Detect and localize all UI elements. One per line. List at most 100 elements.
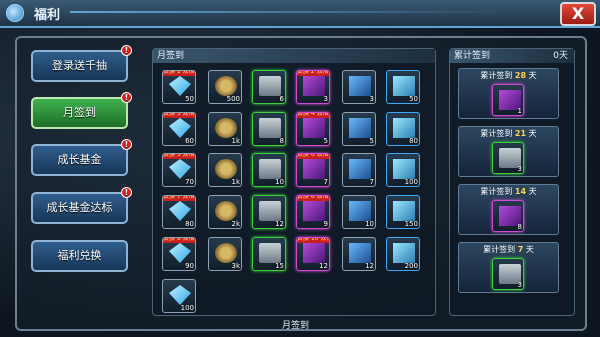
- coin-reward-item[interactable]: 1k: [208, 112, 242, 146]
- notification-badge: !: [121, 45, 132, 56]
- item-count: 2k: [231, 220, 240, 228]
- double-reward-ribbon: 贵族 5 双倍: [163, 154, 195, 159]
- double-reward-ribbon: 贵族 10 双倍: [297, 238, 329, 243]
- chest-reward-item[interactable]: 10: [252, 153, 286, 187]
- menu-button-3[interactable]: 成长基金达标!: [31, 187, 132, 224]
- coin-icon: [215, 243, 237, 263]
- coin-reward-item[interactable]: 1k: [208, 153, 242, 187]
- chest-reward-item[interactable]: 12: [252, 195, 286, 229]
- blue-reward-item[interactable]: 5: [342, 112, 376, 146]
- title-decoration: [70, 11, 510, 13]
- item-count: 8: [279, 137, 284, 145]
- chest-icon: [259, 118, 281, 138]
- chest-reward-item[interactable]: 6: [252, 70, 286, 104]
- purple-reward-item[interactable]: 5 贵族 4 双倍: [296, 112, 330, 146]
- item-count: 100: [404, 178, 418, 186]
- diamond-reward-item[interactable]: 80 贵族 7 双倍: [162, 195, 196, 229]
- coin-reward-item[interactable]: 500: [208, 70, 242, 104]
- double-reward-ribbon: 贵族 3 双倍: [163, 113, 195, 118]
- purple-reward-item[interactable]: 1: [492, 84, 524, 116]
- bar-icon: [393, 76, 415, 96]
- purple-reward-item[interactable]: 8: [492, 200, 524, 232]
- coin-reward-item[interactable]: 2k: [208, 195, 242, 229]
- purple-reward-item[interactable]: 9 贵族 8 双倍: [296, 195, 330, 229]
- bar-icon: [393, 118, 415, 138]
- blue-reward-item[interactable]: 10: [342, 195, 376, 229]
- item-count: 500: [226, 95, 240, 103]
- bar-reward-item[interactable]: 100: [386, 153, 420, 187]
- chest-reward-item[interactable]: 8: [252, 112, 286, 146]
- menu-button-0[interactable]: 登录送千抽!: [31, 45, 132, 82]
- menu-button-2[interactable]: 成长基金!: [31, 139, 132, 176]
- item-count: 1k: [231, 178, 240, 186]
- item-count: 9: [323, 220, 328, 228]
- cumulative-reward-box[interactable]: 累计签到 7 天 3: [458, 242, 559, 293]
- bar-reward-item[interactable]: 200: [386, 237, 420, 271]
- cumulative-label: 累计签到 14 天: [459, 186, 558, 197]
- menu-button-1[interactable]: 月签到!: [31, 92, 132, 129]
- menu-button-label: 福利兑换: [57, 249, 102, 262]
- bar-reward-item[interactable]: 50: [386, 70, 420, 104]
- cumulative-suffix: 天: [526, 129, 537, 138]
- diamond-reward-item[interactable]: 60 贵族 3 双倍: [162, 112, 196, 146]
- item-count: 60: [185, 137, 194, 145]
- chest-reward-item[interactable]: 3: [492, 258, 524, 290]
- cumulative-label: 累计签到 21 天: [459, 128, 558, 139]
- item-count: 1k: [231, 137, 240, 145]
- item-count: 12: [365, 262, 374, 270]
- bar-reward-item[interactable]: 80: [386, 112, 420, 146]
- diamond-reward-item[interactable]: 50 贵族 1 双倍: [162, 70, 196, 104]
- welfare-icon: [6, 4, 24, 22]
- blue-reward-item[interactable]: 12: [342, 237, 376, 271]
- blue-icon: [349, 201, 371, 221]
- cumulative-days: 21: [514, 129, 527, 138]
- diamond-icon: [169, 76, 191, 96]
- cumulative-reward-box[interactable]: 累计签到 14 天 8: [458, 184, 559, 235]
- close-button[interactable]: X: [560, 2, 596, 26]
- item-count: 200: [404, 262, 418, 270]
- bar-reward-item[interactable]: 150: [386, 195, 420, 229]
- cumulative-prefix: 累计签到: [483, 245, 518, 254]
- purple-reward-item[interactable]: 3 贵族 2 双倍: [296, 70, 330, 104]
- menu-button-label: 登录送千抽: [52, 59, 107, 72]
- cumulative-prefix: 累计签到: [480, 187, 515, 196]
- chest-icon: [259, 76, 281, 96]
- blue-reward-item[interactable]: 7: [342, 153, 376, 187]
- coin-reward-item[interactable]: 3k: [208, 237, 242, 271]
- menu-button-label: 成长基金: [57, 153, 102, 166]
- menu-button-4[interactable]: 福利兑换: [31, 240, 128, 272]
- item-count: 6: [279, 95, 284, 103]
- chest-icon: [259, 159, 281, 179]
- purple-icon: [303, 76, 325, 96]
- cumulative-days: 14: [514, 187, 527, 196]
- notification-badge: !: [121, 187, 132, 198]
- chest-reward-item[interactable]: 3: [492, 142, 524, 174]
- double-reward-ribbon: 贵族 4 双倍: [297, 113, 329, 118]
- diamond-reward-item[interactable]: 100: [162, 279, 196, 313]
- item-count: 3: [369, 95, 374, 103]
- menu-button-label: 成长基金达标: [46, 201, 113, 214]
- item-count: 70: [185, 178, 194, 186]
- item-count: 3: [323, 95, 328, 103]
- cumulative-header: 累计签到 0天: [450, 49, 574, 63]
- double-reward-ribbon: 贵族 8 双倍: [297, 196, 329, 201]
- menu-button-label: 月签到: [63, 106, 96, 119]
- chest-icon: [259, 243, 281, 263]
- item-count: 3: [517, 281, 522, 289]
- cumulative-reward-box[interactable]: 累计签到 28 天 1: [458, 68, 559, 119]
- coin-icon: [215, 76, 237, 96]
- diamond-reward-item[interactable]: 70 贵族 5 双倍: [162, 153, 196, 187]
- item-count: 7: [323, 178, 328, 186]
- item-count: 1: [517, 107, 522, 115]
- blue-icon: [349, 243, 371, 263]
- blue-reward-item[interactable]: 3: [342, 70, 376, 104]
- title-bar: 福利 X: [0, 0, 600, 28]
- chest-reward-item[interactable]: 15: [252, 237, 286, 271]
- purple-reward-item[interactable]: 12 贵族 10 双倍: [296, 237, 330, 271]
- cumulative-suffix: 天: [526, 187, 537, 196]
- double-reward-ribbon: 贵族 9 双倍: [163, 238, 195, 243]
- purple-reward-item[interactable]: 7 贵族 6 双倍: [296, 153, 330, 187]
- diamond-reward-item[interactable]: 90 贵族 9 双倍: [162, 237, 196, 271]
- cumulative-reward-box[interactable]: 累计签到 21 天 3: [458, 126, 559, 177]
- notification-badge: !: [121, 92, 132, 103]
